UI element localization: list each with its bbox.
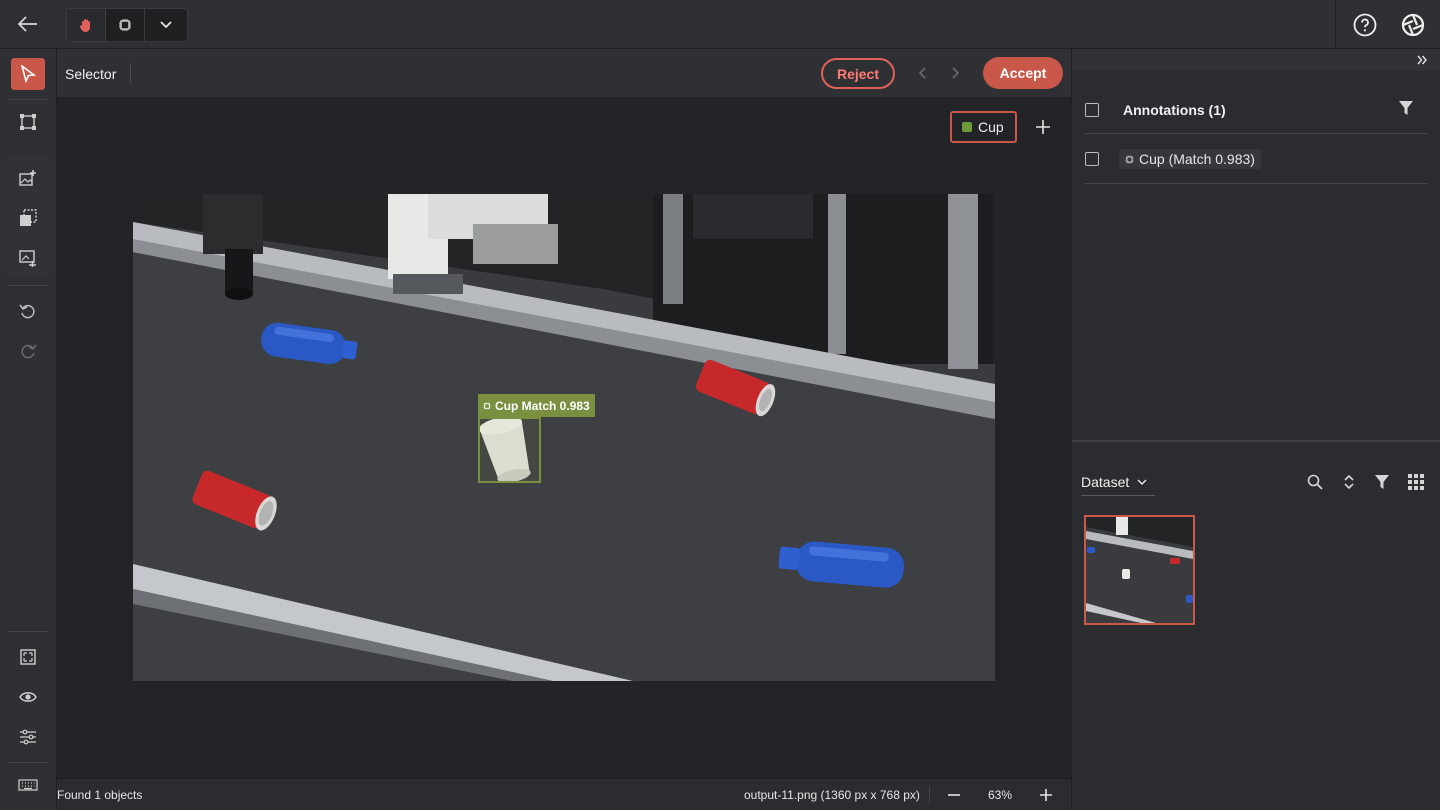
active-label-chip[interactable]: Cup — [950, 111, 1017, 143]
top-right-icons — [1348, 8, 1430, 42]
bounding-box-icon[interactable] — [11, 106, 45, 138]
double-chevron-right-icon[interactable] — [1413, 51, 1431, 69]
grid-icon[interactable] — [1405, 471, 1427, 493]
dataset-title: Dataset — [1081, 474, 1130, 490]
divider — [8, 285, 48, 286]
annotation-box-text: Cup Match 0.983 — [495, 398, 590, 413]
sort-icon[interactable] — [1338, 471, 1360, 493]
help-icon[interactable] — [1348, 8, 1382, 42]
chip-icon — [1125, 155, 1134, 163]
annotations-title: Annotations (1) — [1123, 102, 1226, 118]
accept-button[interactable]: Accept — [983, 57, 1063, 89]
dataset-thumbnail[interactable] — [1084, 515, 1195, 625]
dataset-underline — [1081, 495, 1155, 496]
reject-button[interactable]: Reject — [821, 58, 895, 89]
divider — [1335, 0, 1336, 49]
eye-icon[interactable] — [11, 681, 45, 713]
selector-arrow-icon[interactable] — [11, 58, 45, 90]
annotation-box-label[interactable]: Cup Match 0.983 — [478, 394, 595, 417]
chip-icon — [483, 402, 491, 409]
undo-icon[interactable] — [11, 295, 45, 327]
zoom-out-icon[interactable] — [943, 784, 965, 806]
divider — [8, 99, 48, 100]
image-add-icon[interactable] — [11, 162, 45, 194]
image-canvas[interactable]: Cup Cup Match 0.983 — [57, 97, 1071, 778]
conveyor-scene-image — [133, 194, 995, 681]
filter-icon[interactable] — [1398, 100, 1414, 121]
file-info-text: output-11.png (1360 px x 768 px) — [744, 788, 920, 802]
fit-screen-icon[interactable] — [11, 641, 45, 673]
select-all-checkbox[interactable] — [1085, 103, 1099, 117]
redo-icon[interactable] — [11, 335, 45, 367]
thumbnail-image — [1086, 517, 1193, 623]
tool-name-label: Selector — [65, 66, 117, 82]
filter-icon[interactable] — [1371, 471, 1393, 493]
chevron-down-icon[interactable] — [145, 9, 187, 41]
annotation-list-item[interactable]: Cup (Match 0.983) — [1085, 135, 1428, 184]
active-label-name: Cup — [978, 119, 1004, 135]
copy-icon[interactable] — [11, 202, 45, 234]
annotation-item-text: Cup (Match 0.983) — [1139, 151, 1255, 167]
chevron-down-icon — [1137, 479, 1147, 485]
scene-image: Cup Match 0.983 — [133, 194, 995, 681]
right-panel: Annotations (1) Cup (Match 0.983) Datase… — [1071, 49, 1440, 810]
dataset-toolbar: Dataset — [1081, 469, 1433, 496]
divider — [8, 762, 48, 763]
keyboard-icon[interactable] — [11, 769, 45, 801]
plus-icon[interactable] — [1032, 116, 1054, 138]
back-arrow-icon[interactable] — [10, 8, 46, 40]
label-color-swatch — [962, 122, 972, 132]
image-edit-icon[interactable] — [11, 242, 45, 274]
aperture-logo-icon[interactable] — [1396, 8, 1430, 42]
dataset-dropdown[interactable]: Dataset — [1081, 474, 1147, 490]
top-bar — [0, 0, 1440, 49]
divider — [8, 631, 48, 632]
next-arrow-icon[interactable] — [946, 63, 966, 83]
status-bar: Found 1 objects output-11.png (1360 px x… — [57, 778, 1071, 810]
divider — [130, 63, 131, 83]
annotations-header: Annotations (1) — [1085, 87, 1428, 134]
divider — [929, 787, 930, 803]
annotation-app: Selector Reject Accept Cup Cup Match 0.9… — [0, 0, 1440, 810]
annotation-bounding-box[interactable] — [478, 417, 541, 483]
found-objects-text: Found 1 objects — [57, 788, 143, 802]
search-icon[interactable] — [1304, 471, 1326, 493]
hand-icon[interactable] — [67, 9, 106, 41]
panel-divider — [1072, 440, 1440, 442]
mode-selector — [66, 8, 188, 42]
sliders-icon[interactable] — [11, 721, 45, 753]
chip-icon[interactable] — [106, 9, 145, 41]
panel-collapse-bar — [1072, 49, 1440, 71]
annotation-item-label[interactable]: Cup (Match 0.983) — [1119, 149, 1261, 169]
canvas-toolbar: Selector Reject Accept — [57, 49, 1071, 97]
zoom-in-icon[interactable] — [1035, 784, 1057, 806]
left-toolbar — [0, 49, 57, 810]
zoom-level: 63% — [988, 788, 1013, 802]
annotation-checkbox[interactable] — [1085, 152, 1099, 166]
prev-arrow-icon[interactable] — [912, 63, 932, 83]
